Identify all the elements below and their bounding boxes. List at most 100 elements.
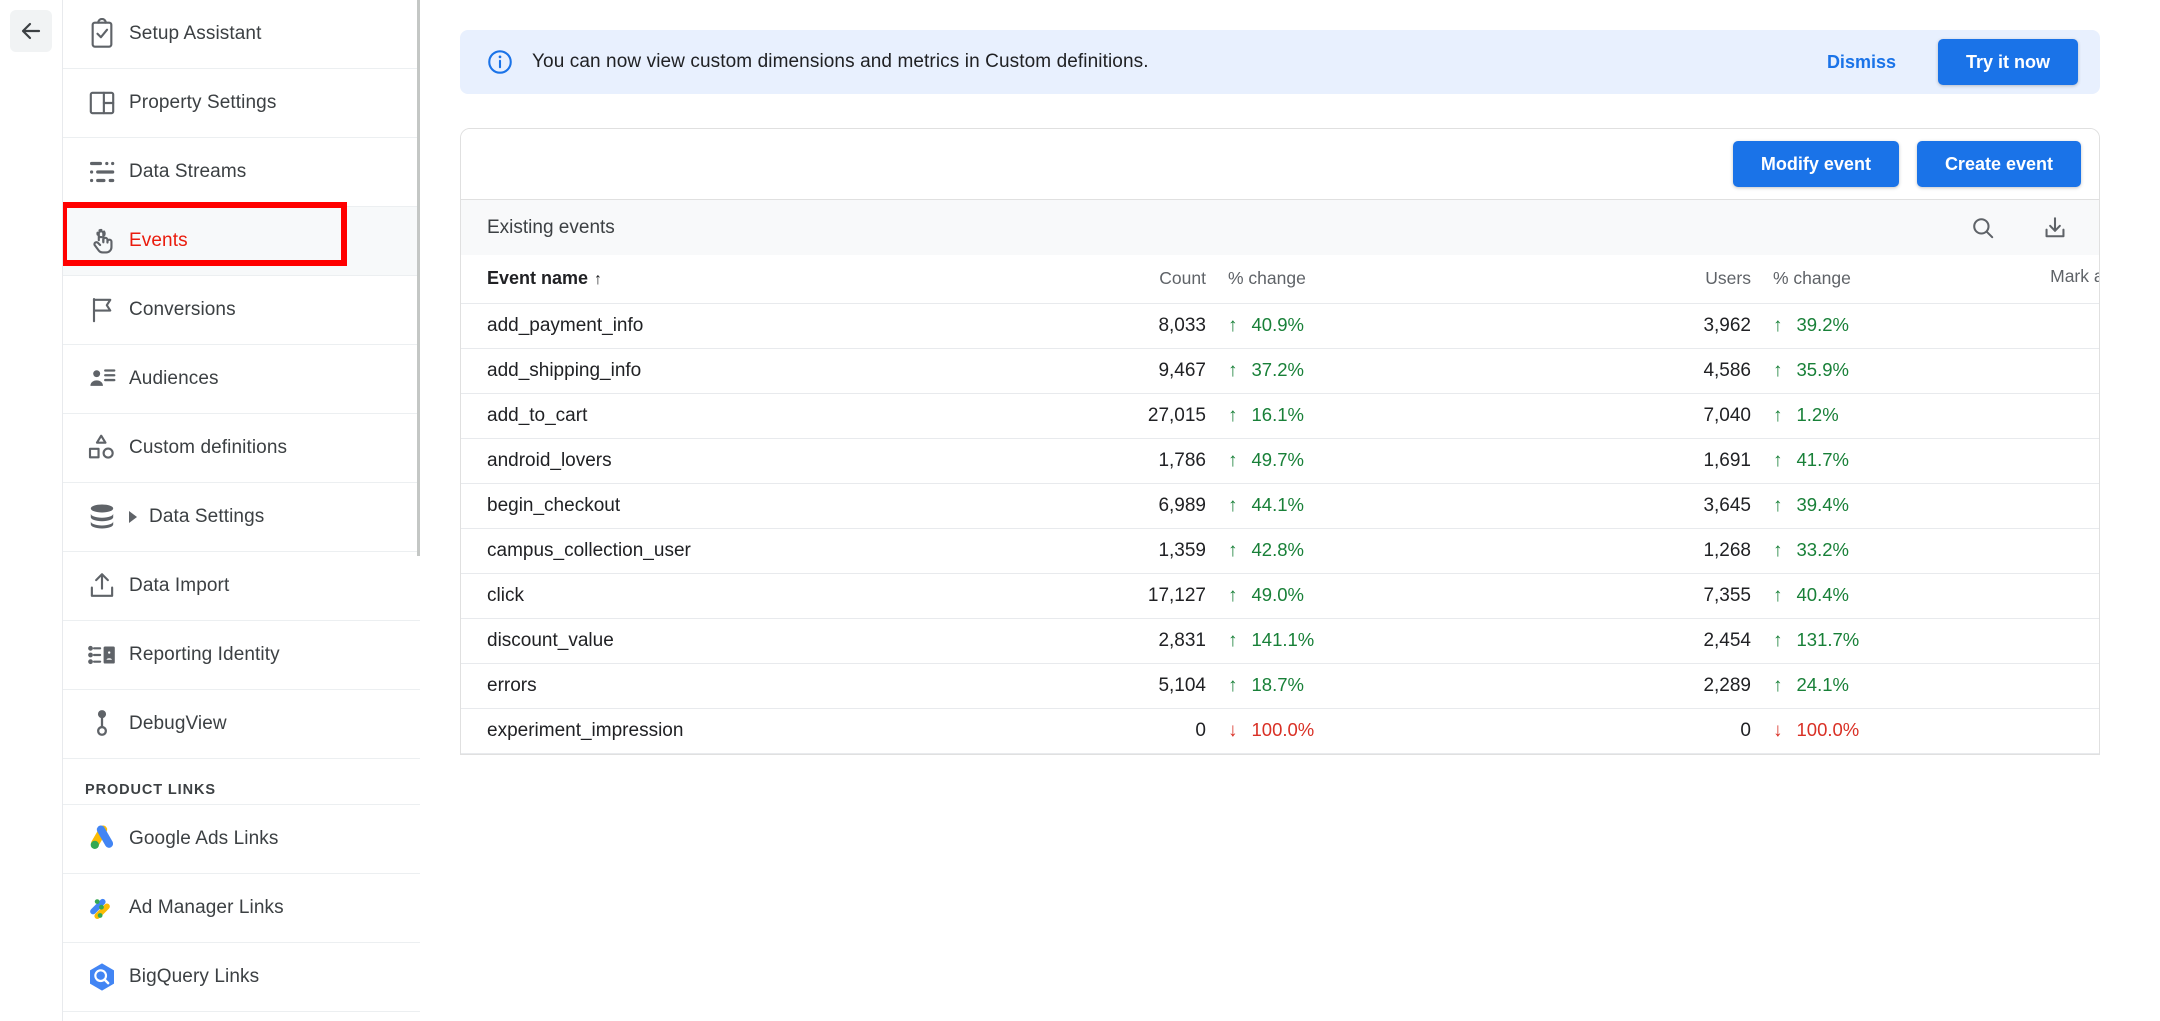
sidebar-item-label: Data Import [129, 575, 230, 596]
sidebar-item-audiences[interactable]: Audiences [63, 345, 420, 414]
arrow-down-icon: ↓ [1773, 719, 1783, 741]
table-row[interactable]: campus_collection_user 1,359 ↑ 42.8% 1,268 ↑ 3… [461, 528, 2099, 574]
database-icon [85, 500, 119, 534]
change-indicator: ↑ 49.0% [1228, 584, 1304, 606]
event-name-cell[interactable]: add_to_cart [461, 393, 1021, 439]
arrow-down-icon: ↓ [1228, 719, 1238, 741]
users-change-cell: ↑ 1.2% [1751, 393, 1981, 439]
users-change-cell: ↑ 24.1% [1751, 663, 1981, 709]
chevron-right-icon[interactable] [129, 511, 137, 523]
arrow-up-icon: ↑ [1773, 539, 1783, 561]
arrow-up-icon: ↑ [1773, 404, 1783, 426]
th-event-name[interactable]: Event name ↑ [461, 255, 1021, 304]
sidebar-item-events[interactable]: Events [63, 207, 420, 276]
product-link-google-ads-links[interactable]: Google Ads Links [63, 805, 420, 874]
th-users-change[interactable]: % change [1751, 255, 1981, 304]
users-change-cell: ↑ 40.4% [1751, 573, 1981, 619]
event-name-cell[interactable]: begin_checkout [461, 483, 1021, 529]
table-row[interactable]: add_to_cart 27,015 ↑ 16.1% 7,040 ↑ 1.2% [461, 393, 2099, 439]
arrow-up-icon: ↑ [1228, 629, 1238, 651]
table-row[interactable]: errors 5,104 ↑ 18.7% 2,289 ↑ 24.1% [461, 663, 2099, 709]
table-row[interactable]: click 17,127 ↑ 49.0% 7,355 ↑ 40.4% [461, 573, 2099, 619]
change-indicator: ↓ 100.0% [1228, 719, 1315, 741]
sidebar-item-data-settings[interactable]: Data Settings [63, 483, 420, 552]
sidebar-item-data-streams[interactable]: Data Streams [63, 138, 420, 207]
th-users[interactable]: Users [1601, 255, 1751, 304]
event-name-cell[interactable]: click [461, 573, 1021, 619]
arrow-up-icon: ↑ [1228, 584, 1238, 606]
tap-hand-icon [85, 224, 119, 258]
info-banner: You can now view custom dimensions and m… [460, 30, 2100, 94]
change-indicator: ↑ 33.2% [1773, 539, 1849, 561]
event-name-cell[interactable]: campus_collection_user [461, 528, 1021, 574]
modify-event-button[interactable]: Modify event [1732, 141, 1899, 187]
clipboard-check-icon [85, 17, 119, 51]
product-link-ad-manager-links[interactable]: Ad Manager Links [63, 874, 420, 943]
sidebar-item-reporting-identity[interactable]: Reporting Identity [63, 621, 420, 690]
sidebar-item-data-import[interactable]: Data Import [63, 552, 420, 621]
bigquery-icon [85, 960, 119, 994]
count-change-cell: ↑ 49.7% [1206, 438, 1436, 484]
table-row[interactable]: experiment_impression 0 ↓ 100.0% 0 ↓ 100.0% [461, 708, 2099, 754]
table-row[interactable]: add_payment_info 8,033 ↑ 40.9% 3,962 ↑ 39.2% [461, 303, 2099, 349]
event-name-cell[interactable]: experiment_impression [461, 708, 1021, 754]
users-cell: 3,645 [1601, 483, 1751, 529]
event-name-cell[interactable]: android_lovers [461, 438, 1021, 484]
count-cell: 0 [1021, 708, 1206, 754]
sidebar-item-property-settings[interactable]: Property Settings [63, 69, 420, 138]
sidebar-item-label: Events [129, 230, 188, 251]
spacer-cell [1436, 348, 1601, 394]
arrow-up-icon: ↑ [1228, 449, 1238, 471]
events-table: Event name ↑ Count % change Users % chang… [461, 255, 2099, 754]
arrow-up-icon: ↑ [1773, 494, 1783, 516]
sort-ascending-icon: ↑ [594, 271, 603, 289]
mark-as-conversion-cell [1981, 348, 2099, 394]
create-event-button[interactable]: Create event [1916, 141, 2081, 187]
th-mark-as-conversion: Mark as conversion? [1981, 255, 2099, 304]
table-row[interactable]: begin_checkout 6,989 ↑ 44.1% 3,645 ↑ 39.4% [461, 483, 2099, 529]
arrow-up-icon: ↑ [1228, 314, 1238, 336]
sidebar-item-setup-assistant[interactable]: Setup Assistant [63, 0, 420, 69]
event-name-cell[interactable]: errors [461, 663, 1021, 709]
table-row[interactable]: add_shipping_info 9,467 ↑ 37.2% 4,586 ↑ 35.9% [461, 348, 2099, 394]
users-change-cell: ↓ 100.0% [1751, 708, 1981, 754]
th-count-change[interactable]: % change [1206, 255, 1436, 304]
change-indicator: ↑ 131.7% [1773, 629, 1860, 651]
try-it-now-button[interactable]: Try it now [1937, 39, 2078, 85]
count-cell: 17,127 [1021, 573, 1206, 619]
back-button[interactable] [10, 10, 52, 52]
table-title-bar: Existing events [461, 199, 2099, 255]
table-row[interactable]: android_lovers 1,786 ↑ 49.7% 1,691 ↑ 41.7% [461, 438, 2099, 484]
product-link-bigquery-links[interactable]: BigQuery Links [63, 943, 420, 1012]
mark-as-conversion-cell [1981, 708, 2099, 754]
sidebar-item-debugview[interactable]: DebugView [63, 690, 420, 759]
mark-as-conversion-cell [1981, 618, 2099, 664]
download-icon[interactable] [2035, 208, 2075, 248]
mark-as-conversion-cell [1981, 663, 2099, 709]
th-count[interactable]: Count [1021, 255, 1206, 304]
arrow-up-icon: ↑ [1228, 404, 1238, 426]
arrow-up-icon: ↑ [1773, 314, 1783, 336]
arrow-up-icon: ↑ [1773, 629, 1783, 651]
arrow-up-icon: ↑ [1228, 674, 1238, 696]
shapes-icon [85, 431, 119, 465]
event-name-cell[interactable]: add_payment_info [461, 303, 1021, 349]
count-cell: 8,033 [1021, 303, 1206, 349]
debugview-icon [85, 707, 119, 741]
arrow-up-icon: ↑ [1228, 494, 1238, 516]
info-circle-icon [486, 48, 514, 76]
change-indicator: ↑ 39.2% [1773, 314, 1849, 336]
dismiss-button[interactable]: Dismiss [1827, 52, 1896, 73]
product-link-label: BigQuery Links [129, 966, 260, 987]
count-cell: 27,015 [1021, 393, 1206, 439]
arrow-up-icon: ↑ [1773, 674, 1783, 696]
event-name-cell[interactable]: discount_value [461, 618, 1021, 664]
sidebar-item-conversions[interactable]: Conversions [63, 276, 420, 345]
change-indicator: ↑ 39.4% [1773, 494, 1849, 516]
arrow-up-icon: ↑ [1773, 359, 1783, 381]
search-icon[interactable] [1963, 208, 2003, 248]
sidebar-item-custom-definitions[interactable]: Custom definitions [63, 414, 420, 483]
event-name-cell[interactable]: add_shipping_info [461, 348, 1021, 394]
arrow-back-icon [19, 19, 43, 43]
table-row[interactable]: discount_value 2,831 ↑ 141.1% 2,454 ↑ 131.7% [461, 618, 2099, 664]
